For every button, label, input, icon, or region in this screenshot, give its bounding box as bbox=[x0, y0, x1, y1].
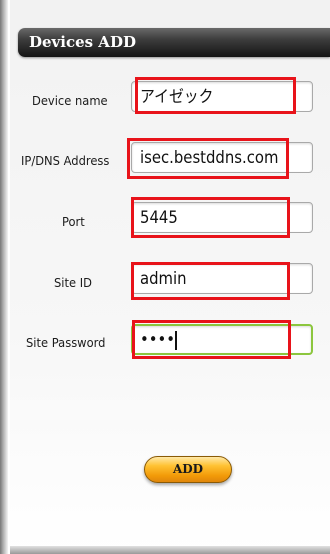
site-password-label: Site Password bbox=[26, 335, 106, 350]
ip-dns-address-input[interactable]: isec.bestddns.com bbox=[131, 142, 313, 173]
site-password-value: •••• bbox=[140, 330, 176, 349]
site-id-label: Site ID bbox=[54, 275, 92, 290]
ip-dns-address-value: isec.bestddns.com bbox=[140, 148, 279, 167]
ip-dns-address-label: IP/DNS Address bbox=[21, 153, 110, 168]
page-title: Devices ADD bbox=[29, 33, 136, 51]
device-name-value: アイゼック bbox=[140, 87, 214, 106]
site-id-input[interactable]: admin bbox=[131, 263, 313, 294]
port-value: 5445 bbox=[140, 208, 178, 227]
device-name-input[interactable]: アイゼック bbox=[131, 81, 313, 112]
port-input[interactable]: 5445 bbox=[131, 202, 313, 233]
device-name-label: Device name bbox=[32, 93, 108, 108]
text-caret bbox=[174, 331, 177, 350]
port-label: Port bbox=[62, 214, 85, 229]
site-password-input[interactable]: •••• bbox=[131, 324, 313, 355]
window-left-edge bbox=[0, 0, 8, 554]
add-button[interactable]: ADD bbox=[144, 456, 232, 483]
panel-bottom-edge bbox=[10, 546, 330, 554]
site-id-value: admin bbox=[140, 269, 187, 288]
title-bar: Devices ADD bbox=[18, 28, 330, 57]
